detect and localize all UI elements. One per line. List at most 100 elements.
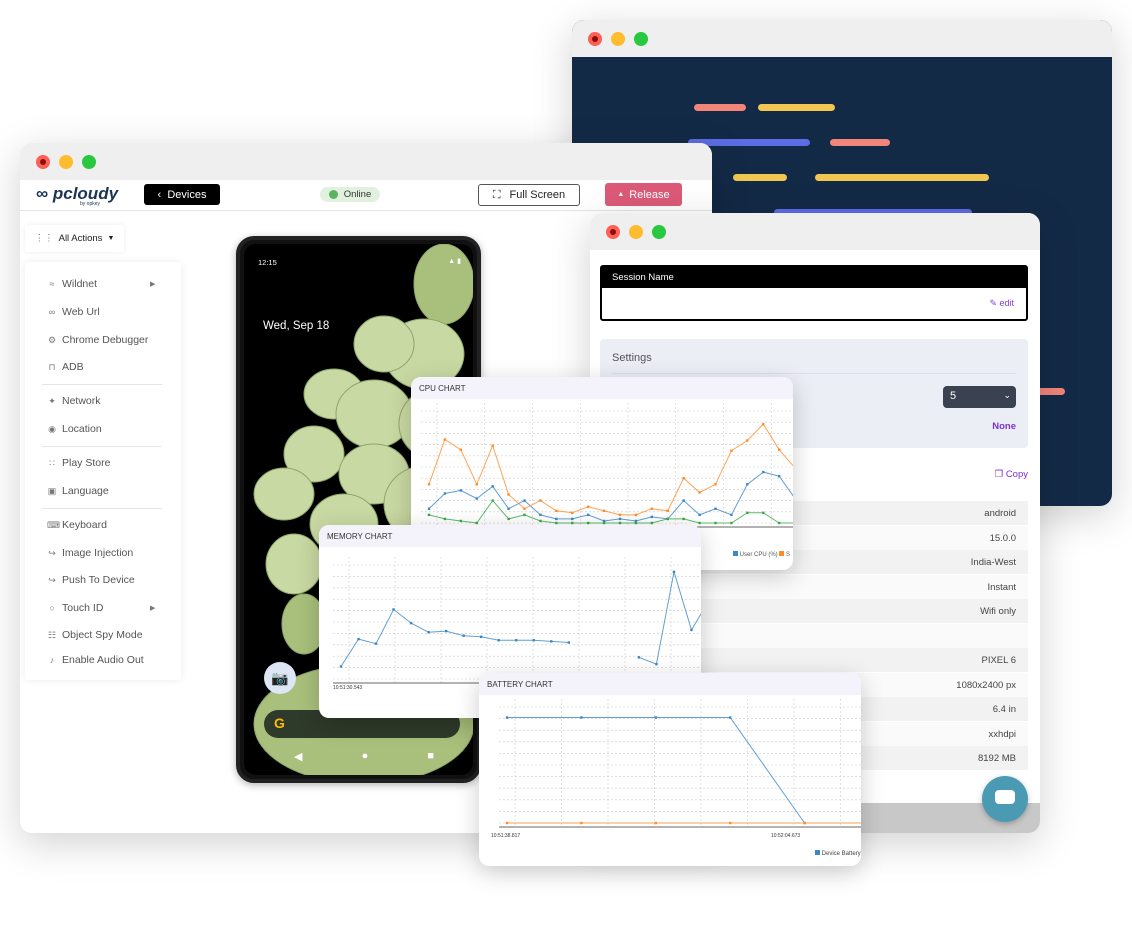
caret-down-icon: ▼	[107, 235, 115, 242]
menu-item-wildnet[interactable]: ≈ Wildnet	[47, 278, 98, 290]
wifi-icon: ≈	[49, 279, 55, 289]
logo-icon: ∞	[36, 184, 49, 203]
x-tick-label: 10:51:38.817	[491, 833, 521, 839]
menu-item-push-to-device[interactable]: ↪ Push To Device	[47, 574, 135, 586]
menu-item-enable-audio-out[interactable]: ♪ Enable Audio Out	[47, 654, 144, 666]
menu-item-image-injection[interactable]: ↪ Image Injection	[47, 547, 133, 559]
chart-legend: User CPU (%) S	[733, 551, 790, 558]
menu-item-label: Object Spy Mode	[62, 629, 143, 641]
copy-icon: ❐	[994, 469, 1006, 480]
google-icon: G	[274, 715, 285, 731]
menu-item-label: Language	[62, 485, 109, 497]
minimize-icon[interactable]	[629, 225, 643, 239]
release-label: Release	[629, 188, 670, 201]
bug-icon: ⚙	[47, 334, 57, 345]
x-tick-label: 10:51:30.543	[333, 685, 363, 691]
minimize-icon[interactable]	[611, 32, 625, 46]
edit-link[interactable]: ✎ edit	[989, 298, 1014, 309]
maximize-icon[interactable]	[82, 155, 96, 169]
menu-item-network[interactable]: ✦ Network	[47, 395, 101, 407]
toolbar: ∞ pcloudy by opkey ‹ Devices Online ⛶ Ful…	[20, 180, 712, 211]
copy-label: Copy	[1005, 469, 1028, 480]
select-dropdown[interactable]: 5 ⌄	[943, 386, 1016, 408]
menu-item-language[interactable]: ▣ Language	[47, 485, 109, 497]
link-icon: ∞	[48, 307, 56, 317]
code-line	[733, 174, 787, 181]
legend-label: User CPU (%)	[739, 552, 778, 558]
chat-button[interactable]	[982, 776, 1028, 822]
minimize-icon[interactable]	[59, 155, 73, 169]
hierarchy-icon: ☷	[47, 629, 57, 640]
chevron-left-icon: ‹	[157, 188, 168, 201]
menu-item-keyboard[interactable]: ⌨ Keyboard	[47, 519, 107, 531]
language-icon: ▣	[47, 485, 57, 496]
close-icon[interactable]	[588, 32, 602, 46]
status-badge: Online	[320, 187, 380, 202]
close-icon[interactable]	[36, 155, 50, 169]
menu-item-label: Location	[62, 423, 102, 435]
grid-icon: ⋮⋮	[34, 233, 54, 244]
session-name-card: Session Name ✎ edit	[600, 265, 1028, 321]
menu-item-location[interactable]: ◉ Location	[47, 423, 102, 435]
menu-item-adb[interactable]: ⊓ ADB	[47, 361, 84, 373]
all-actions-dropdown[interactable]: ⋮⋮ All Actions ▼	[25, 225, 124, 252]
menu-item-touch-id[interactable]: ○ Touch ID	[47, 602, 103, 614]
chart-title: MEMORY CHART	[319, 525, 701, 547]
status-dot-icon	[328, 190, 338, 199]
code-line	[694, 104, 746, 111]
keyboard-icon: ⌨	[47, 519, 60, 530]
edit-label: edit	[999, 298, 1014, 308]
back-icon[interactable]: ◀	[294, 750, 302, 763]
series-line	[507, 717, 806, 824]
devices-button[interactable]: ‹ Devices	[144, 184, 220, 205]
submenu-arrow-icon: ▶	[150, 281, 156, 288]
status-text: Online	[343, 189, 372, 200]
speaker-icon: ♪	[49, 655, 55, 665]
code-line	[815, 174, 989, 181]
menu-item-label: ADB	[62, 361, 84, 373]
divider	[42, 446, 162, 447]
terminal-icon: ⊓	[48, 361, 56, 372]
menu-item-chrome-debugger[interactable]: ⚙ Chrome Debugger	[47, 334, 148, 346]
code-line	[830, 139, 890, 146]
menu-item-play-store[interactable]: ∷ Play Store	[47, 457, 110, 469]
code-line	[758, 104, 835, 111]
close-icon[interactable]	[606, 225, 620, 239]
menu-item-object-spy-mode[interactable]: ☷ Object Spy Mode	[47, 629, 143, 641]
chart-title: BATTERY CHART	[479, 673, 861, 695]
all-actions-label: All Actions	[58, 233, 103, 244]
menu-item-web-url[interactable]: ∞ Web Url	[47, 306, 100, 318]
menu-item-label: Chrome Debugger	[62, 334, 149, 346]
legend-swatch	[733, 551, 738, 556]
actions-menu: ≈ Wildnet ▶ ∞ Web Url ⚙ Chrome Debugger ⊓ ADB ✦ Ne…	[25, 262, 181, 680]
select-value: 5	[950, 390, 957, 402]
lockscreen-date: Wed, Sep 18	[263, 320, 330, 332]
menu-item-label: Network	[62, 395, 101, 407]
apps-icon: ∷	[49, 457, 55, 468]
maximize-icon[interactable]	[652, 225, 666, 239]
legend-label: Device Battery	[821, 851, 861, 857]
nav-bar: ◀ ● ■	[294, 750, 434, 763]
recents-icon[interactable]: ■	[427, 750, 434, 763]
maximize-icon[interactable]	[634, 32, 648, 46]
menu-item-label: Keyboard	[62, 519, 107, 531]
menu-item-label: Web Url	[62, 306, 100, 318]
camera-app-icon[interactable]: 📷	[264, 662, 296, 694]
fingerprint-icon: ○	[49, 603, 55, 613]
logo: ∞ pcloudy	[36, 184, 118, 204]
divider	[42, 384, 162, 385]
legend-swatch	[815, 850, 820, 855]
release-button[interactable]: ▲ Release	[605, 183, 682, 206]
fullscreen-icon: ⛶	[492, 188, 501, 201]
copy-button[interactable]: ❐ Copy	[995, 469, 1028, 480]
menu-item-label: Wildnet	[62, 278, 98, 290]
session-name-label: Session Name	[602, 267, 1026, 288]
fullscreen-label: Full Screen	[509, 189, 566, 201]
edit-icon: ✎	[989, 298, 1000, 308]
fullscreen-button[interactable]: ⛶ Full Screen	[478, 184, 580, 206]
network-icon: ✦	[48, 395, 56, 406]
x-tick-label: 10:52:04.673	[771, 833, 801, 839]
status-time: 12:15	[258, 258, 277, 267]
home-icon[interactable]: ●	[362, 750, 369, 763]
chart-legend: Device Battery	[815, 850, 861, 857]
